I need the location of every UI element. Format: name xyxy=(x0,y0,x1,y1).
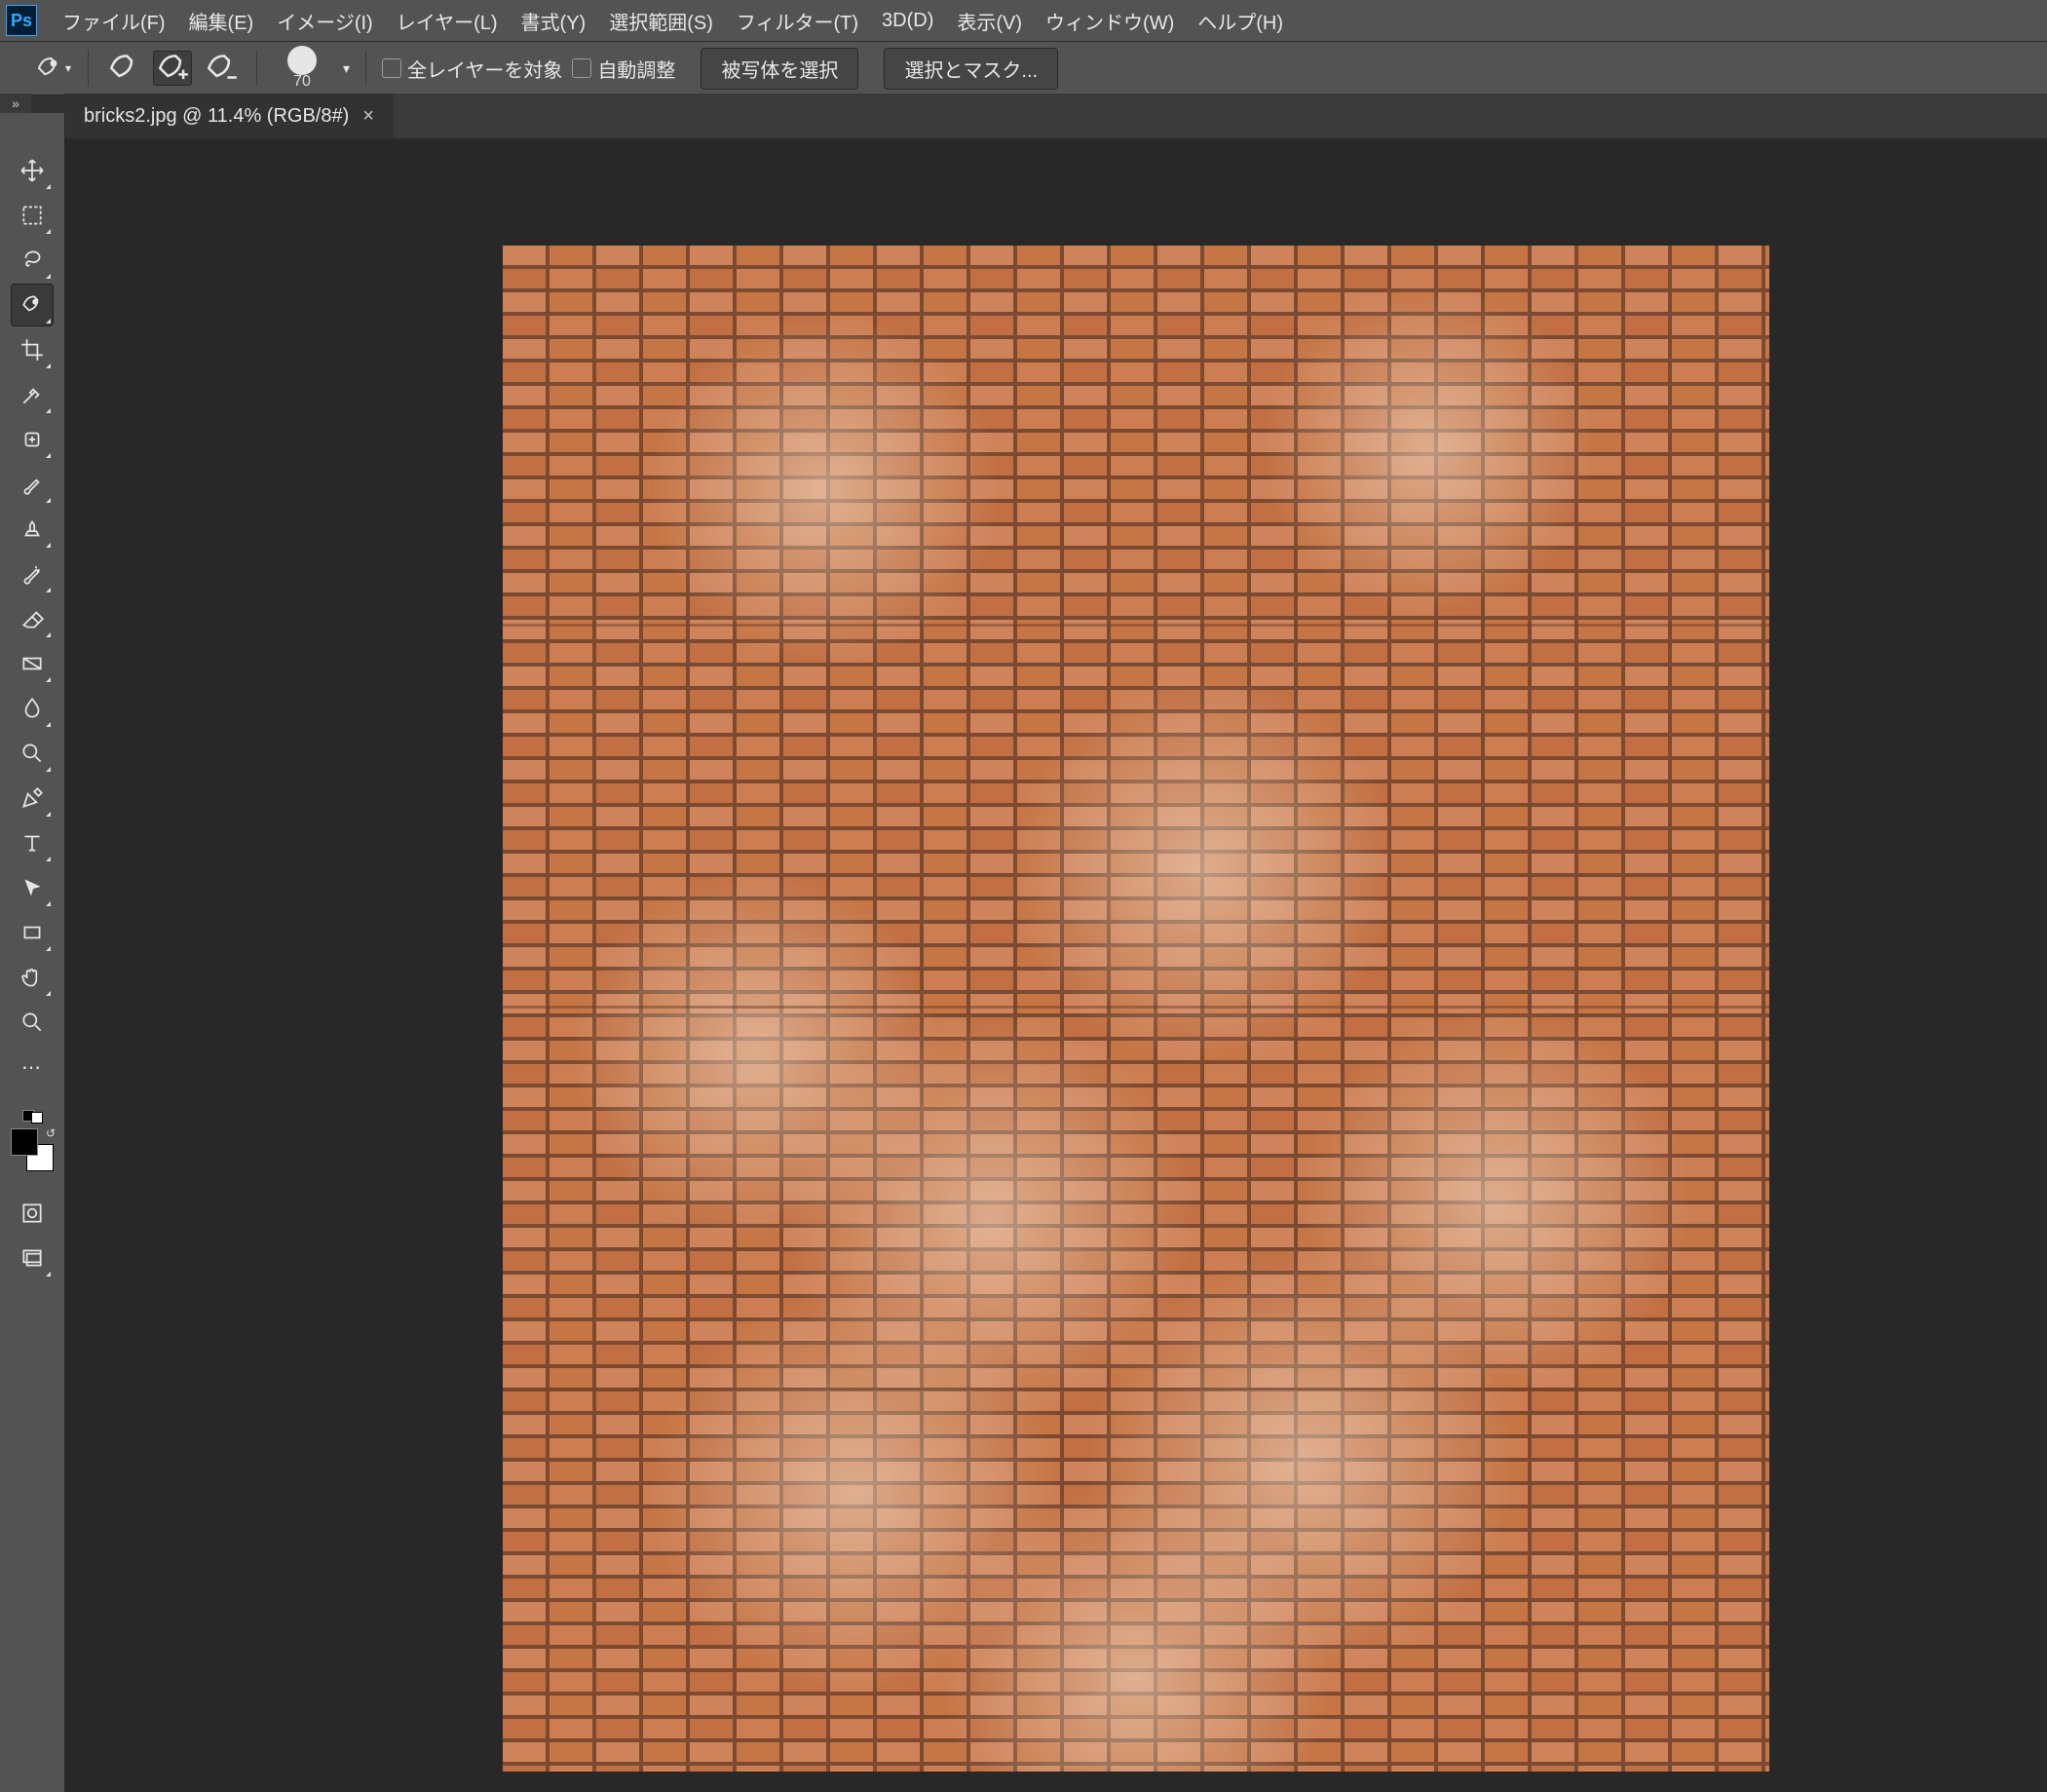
options-bar: ▾ 70 ▾ 全レイヤーを対象 自動調整 被写体を選択 選択とマスク... xyxy=(0,42,2047,95)
eyedropper-tool[interactable] xyxy=(11,373,54,416)
canvas-workspace[interactable] xyxy=(64,138,2047,1792)
quick-selection-tool[interactable] xyxy=(11,284,54,326)
select-subject-button[interactable]: 被写体を選択 xyxy=(701,48,858,90)
hand-tool[interactable] xyxy=(11,956,54,999)
type-tool[interactable] xyxy=(11,821,54,864)
document-tab[interactable]: bricks2.jpg @ 11.4% (RGB/8#) × xyxy=(64,94,394,138)
foreground-background-colors[interactable]: ↺ xyxy=(11,1128,54,1171)
menu-filter[interactable]: フィルター(T) xyxy=(725,1,870,41)
clone-stamp-tool[interactable] xyxy=(11,508,54,551)
menu-edit[interactable]: 編集(E) xyxy=(177,1,266,41)
swap-colors-icon[interactable]: ↺ xyxy=(46,1126,56,1140)
menu-file[interactable]: ファイル(F) xyxy=(51,1,177,41)
auto-enhance-checkbox[interactable]: 自動調整 xyxy=(572,55,675,83)
sample-all-layers-label: 全レイヤーを対象 xyxy=(407,55,562,83)
move-tool[interactable] xyxy=(11,149,54,192)
history-brush-tool[interactable] xyxy=(11,553,54,595)
menu-type[interactable]: 書式(Y) xyxy=(510,1,598,41)
brush-size-value: 70 xyxy=(293,73,311,91)
path-selection-tool[interactable] xyxy=(11,866,54,909)
panel-collapse-icon[interactable]: » xyxy=(0,94,31,113)
checkbox-icon xyxy=(572,58,591,78)
document-tab-title: bricks2.jpg @ 11.4% (RGB/8#) xyxy=(84,105,349,128)
chevron-down-icon[interactable]: ▾ xyxy=(343,60,350,77)
menu-layer[interactable]: レイヤー(L) xyxy=(385,1,510,41)
rectangular-marquee-tool[interactable] xyxy=(11,194,54,237)
brush-preview-icon xyxy=(287,46,317,75)
menu-3d[interactable]: 3D(D) xyxy=(870,4,945,38)
sample-all-layers-checkbox[interactable]: 全レイヤーを対象 xyxy=(382,55,562,83)
edit-toolbar-icon[interactable]: ⋯ xyxy=(11,1046,54,1088)
menu-bar: Ps ファイル(F) 編集(E) イメージ(I) レイヤー(L) 書式(Y) 選… xyxy=(0,0,2047,42)
foreground-color-swatch[interactable] xyxy=(11,1128,38,1156)
menu-image[interactable]: イメージ(I) xyxy=(265,1,384,41)
separator xyxy=(256,51,257,86)
default-colors-icon[interactable] xyxy=(21,1109,43,1123)
document-canvas[interactable] xyxy=(503,246,1769,1772)
spot-healing-brush-tool[interactable] xyxy=(11,418,54,461)
pen-tool[interactable] xyxy=(11,777,54,820)
separator xyxy=(88,51,89,86)
separator xyxy=(365,51,366,86)
eraser-tool[interactable] xyxy=(11,597,54,640)
subtract-from-selection-icon[interactable] xyxy=(202,51,241,86)
menu-select[interactable]: 選択範囲(S) xyxy=(597,1,725,41)
menu-view[interactable]: 表示(V) xyxy=(945,1,1034,41)
add-to-selection-icon[interactable] xyxy=(153,51,192,86)
tool-preset-picker[interactable]: ▾ xyxy=(33,51,72,86)
dodge-tool[interactable] xyxy=(11,732,54,775)
menu-window[interactable]: ウィンドウ(W) xyxy=(1034,1,1186,41)
new-selection-icon[interactable] xyxy=(104,51,143,86)
brush-size-picker[interactable]: 70 xyxy=(273,45,331,92)
gradient-tool[interactable] xyxy=(11,642,54,685)
tools-panel: ⋯ ↺ xyxy=(0,113,65,1792)
auto-enhance-label: 自動調整 xyxy=(597,55,675,83)
quick-mask-mode-icon[interactable] xyxy=(11,1192,54,1235)
select-and-mask-button[interactable]: 選択とマスク... xyxy=(884,48,1058,90)
rectangle-tool[interactable] xyxy=(11,911,54,954)
document-tab-bar: bricks2.jpg @ 11.4% (RGB/8#) × xyxy=(64,94,2047,138)
brush-tool[interactable] xyxy=(11,463,54,506)
lasso-tool[interactable] xyxy=(11,239,54,282)
zoom-tool[interactable] xyxy=(11,1001,54,1044)
brick-texture-image xyxy=(503,246,1769,1772)
blur-tool[interactable] xyxy=(11,687,54,730)
screen-mode-icon[interactable] xyxy=(11,1237,54,1279)
crop-tool[interactable] xyxy=(11,328,54,371)
checkbox-icon xyxy=(382,58,401,78)
menu-help[interactable]: ヘルプ(H) xyxy=(1186,1,1295,41)
app-logo-icon: Ps xyxy=(6,5,37,36)
close-icon[interactable]: × xyxy=(362,105,374,128)
